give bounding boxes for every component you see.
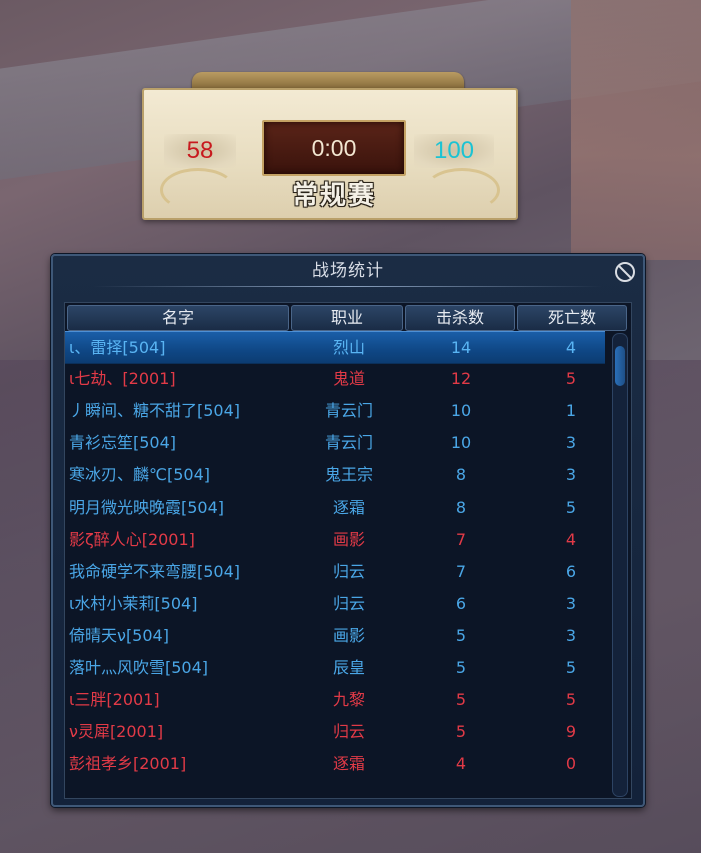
- player-class: 逐霜: [332, 754, 365, 774]
- scrollbar[interactable]: [612, 333, 628, 797]
- player-deaths: 9: [565, 722, 577, 742]
- player-kills: 5: [455, 658, 467, 677]
- player-deaths: 1: [565, 401, 577, 421]
- player-class: 画影: [332, 529, 365, 549]
- background-wall: [571, 0, 701, 260]
- player-name: ι七劫、[2001]: [69, 369, 176, 389]
- player-kills: 6: [455, 593, 467, 613]
- swirl-ornament-right: [424, 168, 500, 212]
- player-deaths: 5: [565, 690, 577, 710]
- table-row[interactable]: ι三胖[2001] 九黎 5 5: [65, 684, 605, 715]
- player-class: 归云: [332, 722, 365, 742]
- column-header-class[interactable]: 职业: [291, 305, 403, 331]
- table-row[interactable]: ι、雷择[504] 烈山 14 4: [65, 331, 605, 364]
- table-row[interactable]: 青衫忘笙[504] 青云门 10 3: [65, 427, 605, 458]
- right-team-score: 100: [414, 134, 494, 168]
- player-kills: 5: [455, 625, 467, 645]
- battlefield-stats-window: 战场统计 名字 职业 击杀数 死亡数 ι、雷择[504] 烈山 14 4 ι七劫、[20…: [51, 254, 645, 807]
- table-row[interactable]: ι七劫、[2001] 鬼道 12 5: [65, 363, 605, 394]
- column-header-name[interactable]: 名字: [67, 305, 289, 331]
- player-name: ι、雷择[504]: [69, 338, 166, 357]
- table-row[interactable]: 寒冰刃、麟℃[504] 鬼王宗 8 3: [65, 459, 605, 490]
- player-deaths: 3: [565, 433, 577, 453]
- player-deaths: 4: [565, 338, 577, 357]
- close-icon[interactable]: [615, 262, 635, 282]
- player-kills: 8: [455, 465, 467, 485]
- left-team-score: 58: [164, 134, 236, 168]
- player-name: ι水村小茉莉[504]: [69, 593, 198, 613]
- player-kills: 14: [450, 338, 472, 357]
- window-title: 战场统计: [312, 261, 384, 281]
- scroll-thumb[interactable]: [615, 346, 625, 386]
- player-class: 鬼道: [332, 369, 365, 389]
- player-class: 辰皇: [332, 658, 365, 677]
- table-header: 名字 职业 击杀数 死亡数: [65, 303, 631, 331]
- plaque-body: 58 0:00 100 常规赛: [142, 88, 518, 220]
- player-name: 倚晴天ν[504]: [69, 625, 169, 645]
- player-deaths: 3: [565, 625, 577, 645]
- player-name: 落叶灬风吹雪[504]: [69, 658, 209, 677]
- player-name: 彭祖孝乡[2001]: [69, 754, 187, 774]
- table-row[interactable]: 落叶灬风吹雪[504] 辰皇 5 5: [65, 652, 605, 683]
- table-row[interactable]: 我命硬学不来弯腰[504] 归云 7 6: [65, 556, 605, 587]
- player-class: 归云: [332, 561, 365, 581]
- player-deaths: 5: [565, 369, 577, 389]
- player-name: ν灵犀[2001]: [69, 722, 164, 742]
- table-row[interactable]: 丿瞬间、糖不甜了[504] 青云门 10 1: [65, 395, 605, 426]
- player-class: 青云门: [324, 433, 373, 453]
- match-timer: 0:00: [262, 120, 406, 176]
- table-row[interactable]: 明月微光映晚霞[504] 逐霜 8 5: [65, 492, 605, 523]
- stats-table: 名字 职业 击杀数 死亡数 ι、雷择[504] 烈山 14 4 ι七劫、[2001] 鬼道…: [64, 302, 632, 799]
- player-kills: 10: [450, 433, 472, 453]
- player-kills: 5: [455, 722, 467, 742]
- player-deaths: 3: [565, 465, 577, 485]
- column-header-kills[interactable]: 击杀数: [405, 305, 515, 331]
- column-header-deaths[interactable]: 死亡数: [517, 305, 627, 331]
- player-name: 我命硬学不来弯腰[504]: [69, 561, 241, 581]
- player-kills: 7: [455, 561, 467, 581]
- table-body: ι、雷择[504] 烈山 14 4 ι七劫、[2001] 鬼道 12 5 丿瞬间、糖不甜了[50…: [65, 331, 605, 791]
- player-deaths: 0: [565, 754, 577, 774]
- player-class: 归云: [332, 593, 365, 613]
- player-deaths: 5: [565, 497, 577, 517]
- player-kills: 7: [455, 529, 467, 549]
- player-deaths: 4: [565, 529, 577, 549]
- table-row[interactable]: 倚晴天ν[504] 画影 5 3: [65, 620, 605, 651]
- player-kills: 12: [450, 369, 472, 389]
- player-name: 青衫忘笙[504]: [69, 433, 177, 453]
- player-class: 逐霜: [332, 497, 365, 517]
- swirl-ornament-left: [160, 168, 236, 212]
- player-name: 明月微光映晚霞[504]: [69, 497, 225, 517]
- player-name: 影ζ醉人心[2001]: [69, 529, 195, 549]
- player-kills: 10: [450, 401, 472, 421]
- player-class: 青云门: [324, 401, 373, 421]
- match-mode-label: 常规赛: [291, 181, 376, 211]
- player-class: 鬼王宗: [324, 465, 373, 485]
- player-kills: 4: [455, 754, 467, 774]
- title-divider: [93, 286, 603, 287]
- player-name: 寒冰刃、麟℃[504]: [69, 465, 210, 485]
- player-class: 画影: [332, 625, 365, 645]
- player-deaths: 5: [565, 658, 577, 677]
- table-row[interactable]: 影ζ醉人心[2001] 画影 7 4: [65, 524, 605, 555]
- table-row[interactable]: ν灵犀[2001] 归云 5 9: [65, 716, 605, 747]
- player-deaths: 6: [565, 561, 577, 581]
- player-kills: 8: [455, 497, 467, 517]
- player-class: 九黎: [332, 690, 365, 710]
- player-deaths: 3: [565, 593, 577, 613]
- player-class: 烈山: [332, 338, 365, 357]
- player-kills: 5: [455, 690, 467, 710]
- scoreboard-panel: 58 0:00 100 常规赛: [140, 72, 518, 220]
- player-name: ι三胖[2001]: [69, 690, 160, 710]
- player-name: 丿瞬间、糖不甜了[504]: [69, 401, 241, 421]
- table-row[interactable]: ι水村小茉莉[504] 归云 6 3: [65, 588, 605, 619]
- table-row[interactable]: 彭祖孝乡[2001] 逐霜 4 0: [65, 748, 605, 779]
